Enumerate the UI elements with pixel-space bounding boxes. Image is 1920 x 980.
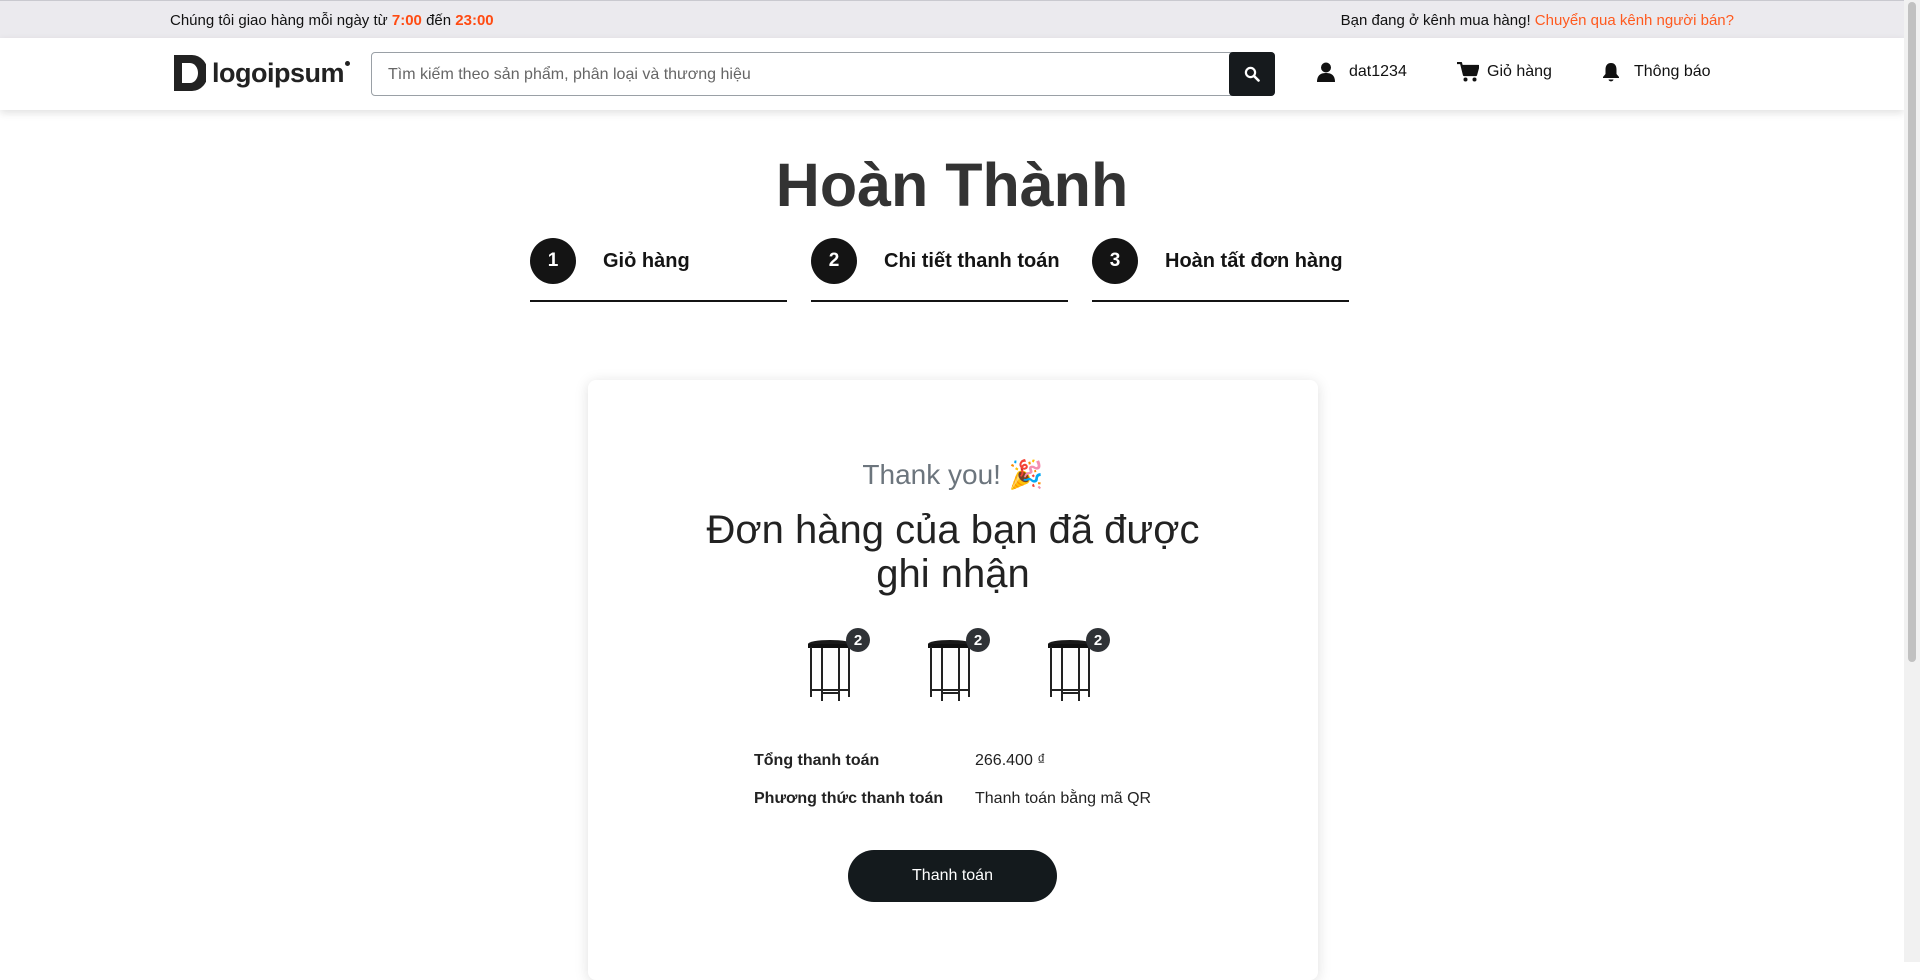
- delivery-hours-text: Chúng tôi giao hàng mỗi ngày từ 7:00 đến…: [170, 12, 494, 29]
- delivery-prefix: Chúng tôi giao hàng mỗi ngày từ: [170, 12, 388, 29]
- username-label: dat1234: [1349, 63, 1407, 80]
- channel-text: Bạn đang ở kênh mua hàng!: [1340, 12, 1531, 29]
- search-button[interactable]: [1229, 52, 1275, 96]
- payment-method-value: Thanh toán bằng mã QR: [975, 790, 1152, 807]
- step-number: 3: [1092, 238, 1138, 284]
- order-item-thumbnail: 2: [1046, 628, 1110, 707]
- search-input[interactable]: [386, 53, 1230, 97]
- payment-method-label: Phương thức thanh toán: [754, 790, 944, 807]
- scrollbar-thumb[interactable]: [1908, 2, 1916, 662]
- order-received-heading: Đơn hàng của bạn đã được ghi nhận: [706, 508, 1200, 596]
- total-label: Tổng thanh toán: [754, 752, 880, 769]
- site-header: logoipsum dat1234 Giỏ hàng: [0, 38, 1904, 110]
- step-number: 2: [811, 238, 857, 284]
- order-item-thumbnail: 2: [926, 628, 990, 707]
- order-item-thumbnail: 2: [806, 628, 870, 707]
- user-account-link[interactable]: dat1234: [1317, 62, 1407, 82]
- user-icon: [1317, 62, 1335, 82]
- step-label: Chi tiết thanh toán: [884, 250, 1060, 272]
- logo[interactable]: logoipsum: [172, 53, 350, 93]
- step-label: Hoàn tất đơn hàng: [1165, 250, 1343, 272]
- step-cart[interactable]: 1 Giỏ hàng: [530, 238, 787, 302]
- search-icon: [1244, 66, 1260, 82]
- search-bar: [371, 52, 1275, 97]
- page-scrollbar[interactable]: [1904, 0, 1920, 962]
- page-title: Hoàn Thành: [775, 151, 1129, 219]
- bell-icon: [1603, 63, 1619, 82]
- delivery-time-start: 7:00: [391, 12, 422, 29]
- step-label: Giỏ hàng: [603, 250, 690, 272]
- cart-link[interactable]: Giỏ hàng: [1457, 62, 1552, 82]
- cart-icon: [1457, 62, 1479, 82]
- quantity-badge: 2: [966, 628, 990, 652]
- order-confirmation-card: Thank you! 🎉 Đơn hàng của bạn đã được gh…: [588, 380, 1318, 980]
- notifications-label: Thông báo: [1634, 63, 1711, 80]
- step-complete-order[interactable]: 3 Hoàn tất đơn hàng: [1092, 238, 1349, 302]
- step-number: 1: [530, 238, 576, 284]
- notifications-link[interactable]: Thông báo: [1602, 62, 1711, 82]
- quantity-badge: 2: [846, 628, 870, 652]
- delivery-mid: đến: [426, 12, 452, 29]
- top-announcement-bar: Chúng tôi giao hàng mỗi ngày từ 7:00 đến…: [0, 0, 1904, 38]
- switch-to-seller-link[interactable]: Chuyển qua kênh người bán?: [1535, 12, 1734, 29]
- quantity-badge: 2: [1086, 628, 1110, 652]
- channel-info: Bạn đang ở kênh mua hàng! Chuyển qua kên…: [1341, 12, 1734, 29]
- logo-text: logoipsum: [212, 57, 345, 88]
- pay-button[interactable]: Thanh toán: [848, 850, 1057, 902]
- cart-label: Giỏ hàng: [1487, 63, 1552, 80]
- step-payment-details[interactable]: 2 Chi tiết thanh toán: [811, 238, 1068, 302]
- thank-you-text: Thank you! 🎉: [862, 459, 1044, 490]
- logo-dot: [345, 60, 350, 66]
- total-value: 266.400 ₫: [975, 752, 1046, 769]
- logo-mark-icon: [174, 55, 206, 91]
- delivery-time-end: 23:00: [455, 12, 494, 29]
